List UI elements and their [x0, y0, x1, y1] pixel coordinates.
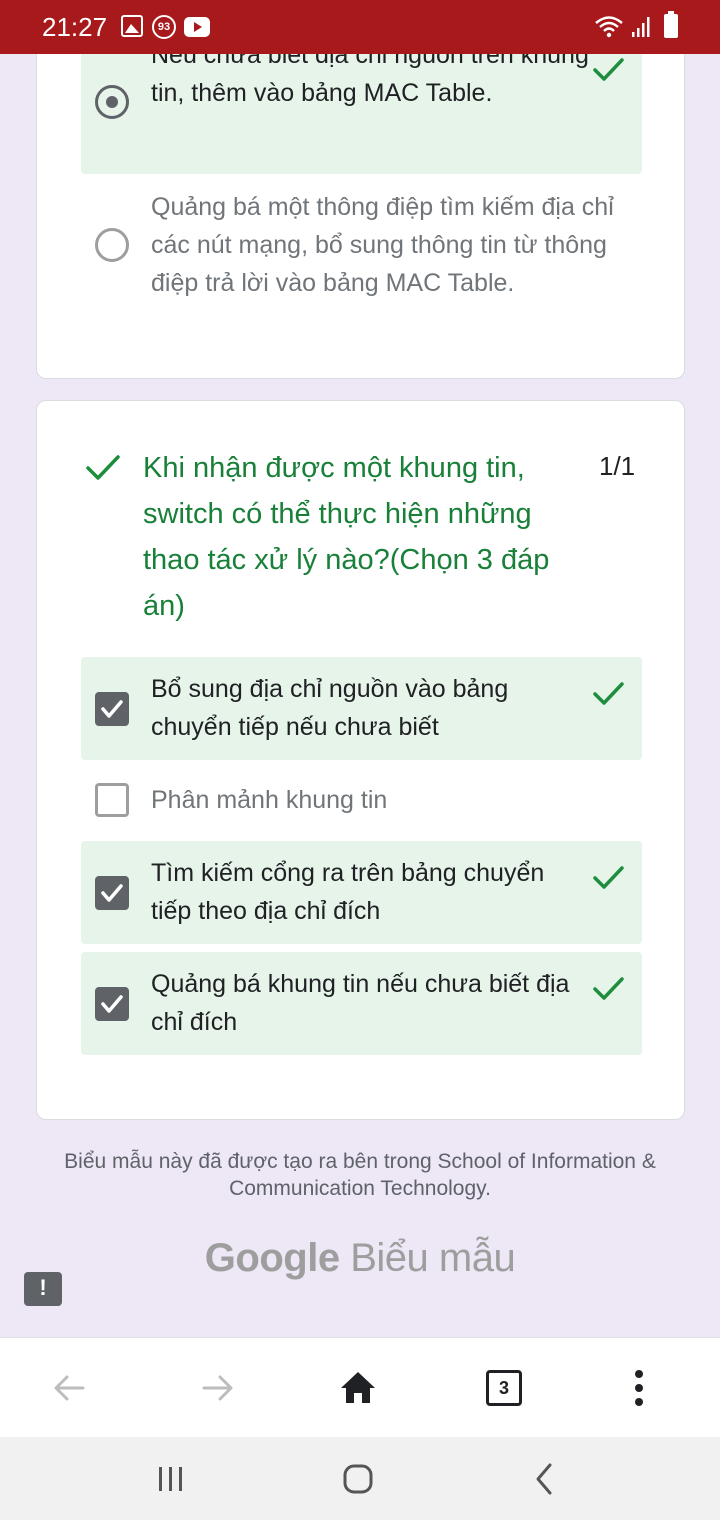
browser-toolbar: 3 — [0, 1337, 720, 1437]
signal-icon — [632, 17, 650, 37]
status-bar: 21:27 93 — [0, 0, 720, 54]
option-unselected[interactable]: Quảng bá một thông điệp tìm kiếm địa chỉ… — [81, 186, 642, 310]
form-footer-note: Biểu mẫu này đã được tạo ra bên trong Sc… — [64, 1150, 656, 1200]
recent-apps-icon[interactable] — [151, 1459, 191, 1499]
option-text: Bổ sung địa chỉ nguồn vào bảng chuyển ti… — [151, 675, 509, 741]
badge-icon: 93 — [152, 15, 176, 39]
back-nav-icon[interactable] — [525, 1459, 565, 1499]
correct-check-icon — [593, 866, 624, 889]
checkbox-option[interactable]: Quảng bá khung tin nếu chưa biết địa chỉ… — [81, 952, 642, 1055]
system-nav-bar — [0, 1437, 720, 1520]
wifi-icon — [595, 16, 623, 38]
radio-selected[interactable] — [95, 85, 129, 119]
radio-unselected[interactable] — [95, 228, 129, 262]
option-text: Tìm kiếm cổng ra trên bảng chuyển tiếp t… — [151, 859, 545, 925]
question-card: Khi nhận được một khung tin, switch có t… — [36, 400, 685, 1120]
tabs-button[interactable]: 3 — [486, 1370, 522, 1406]
image-icon — [121, 15, 143, 37]
question-correct-check-icon — [86, 455, 120, 480]
checkbox-option[interactable]: Tìm kiếm cổng ra trên bảng chuyển tiếp t… — [81, 841, 642, 944]
battery-icon — [664, 11, 678, 38]
question-score: 1/1 — [599, 451, 636, 481]
youtube-icon — [184, 17, 210, 37]
google-forms-logo[interactable]: Google Biểu mẫu — [0, 1236, 720, 1281]
report-abuse-button[interactable]: ! — [24, 1272, 62, 1306]
option-selected-correct[interactable]: Nếu chưa biết địa chỉ nguồn trên khung t… — [81, 41, 642, 174]
correct-check-icon — [593, 58, 624, 81]
question-title: Khi nhận được một khung tin, switch có t… — [143, 452, 550, 622]
checkbox-unchecked[interactable] — [95, 783, 129, 817]
correct-check-icon — [593, 682, 624, 705]
brand-google: Google — [204, 1236, 340, 1280]
checkbox-option[interactable]: Phân mảnh khung tin — [81, 771, 642, 831]
home-nav-icon[interactable] — [338, 1459, 378, 1499]
clock: 21:27 — [42, 12, 108, 42]
option-text: Quảng bá khung tin nếu chưa biết địa chỉ… — [151, 970, 570, 1036]
checkbox-checked[interactable] — [95, 692, 129, 726]
checkbox-checked[interactable] — [95, 876, 129, 910]
home-icon[interactable] — [333, 1363, 383, 1413]
correct-check-icon — [593, 977, 624, 1000]
option-text: Quảng bá một thông điệp tìm kiếm địa chỉ… — [151, 193, 614, 297]
question-card-previous: Nếu chưa biết địa chỉ nguồn trên khung t… — [36, 0, 685, 379]
more-icon[interactable] — [614, 1363, 664, 1413]
brand-forms: Biểu mẫu — [350, 1236, 516, 1280]
forward-icon[interactable] — [192, 1363, 242, 1413]
back-icon[interactable] — [45, 1363, 95, 1413]
checkbox-option[interactable]: Bổ sung địa chỉ nguồn vào bảng chuyển ti… — [81, 657, 642, 760]
checkbox-checked[interactable] — [95, 987, 129, 1021]
option-text: Phân mảnh khung tin — [151, 786, 388, 814]
